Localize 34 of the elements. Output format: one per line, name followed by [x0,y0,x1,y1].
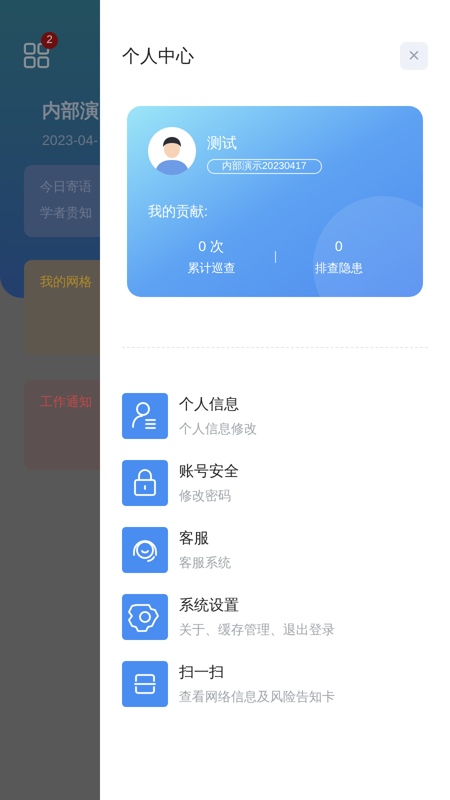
menu-title: 客服 [179,529,210,549]
org-badge: 内部演示20230417 [207,158,322,174]
scan-icon [122,661,168,707]
lock-icon [122,460,168,506]
settings-icon [122,594,168,640]
menu-title: 个人信息 [179,395,240,415]
user-name: 测试 [207,134,238,154]
menu-title: 账号安全 [179,462,239,482]
grid-icon[interactable] [23,42,50,69]
stat-label: 累计巡查 [187,260,236,277]
avatar-icon [148,127,196,175]
person-icon [122,393,168,439]
menu-item[interactable]: 扫一扫 查看网络信息及风险告知卡 [122,661,428,707]
menu-subtitle: 查看网络信息及风险告知卡 [179,688,335,706]
menu-subtitle: 修改密码 [179,486,232,504]
smiley-icon [122,527,168,573]
menu-item[interactable]: 客服 客服系统 [122,527,428,573]
menu-subtitle: 个人信息修改 [179,420,257,438]
menu-item[interactable]: 账号安全 修改密码 [122,460,428,506]
stat-value: 0 次 [198,237,224,256]
stat-label: 排查隐患 [314,260,363,277]
date-text: 2023-04- [42,131,98,150]
menu-subtitle: 客服系统 [179,554,231,572]
card-text: 工作通知 [40,393,93,411]
card-text: 我的网格 [40,273,93,291]
stat-value: 0 [334,237,343,256]
menu-title: 系统设置 [179,596,240,616]
page-title: 内部演 [42,100,99,124]
menu-item[interactable]: 个人信息 个人信息修改 [122,393,428,439]
contribution-label: 我的贡献: [148,202,209,221]
drawer-title: 个人中心 [122,44,194,68]
menu-title: 扫一扫 [179,663,225,683]
menu-item[interactable]: 系统设置 关于、缓存管理、退出登录 [122,594,428,640]
menu-subtitle: 关于、缓存管理、退出登录 [179,620,335,638]
